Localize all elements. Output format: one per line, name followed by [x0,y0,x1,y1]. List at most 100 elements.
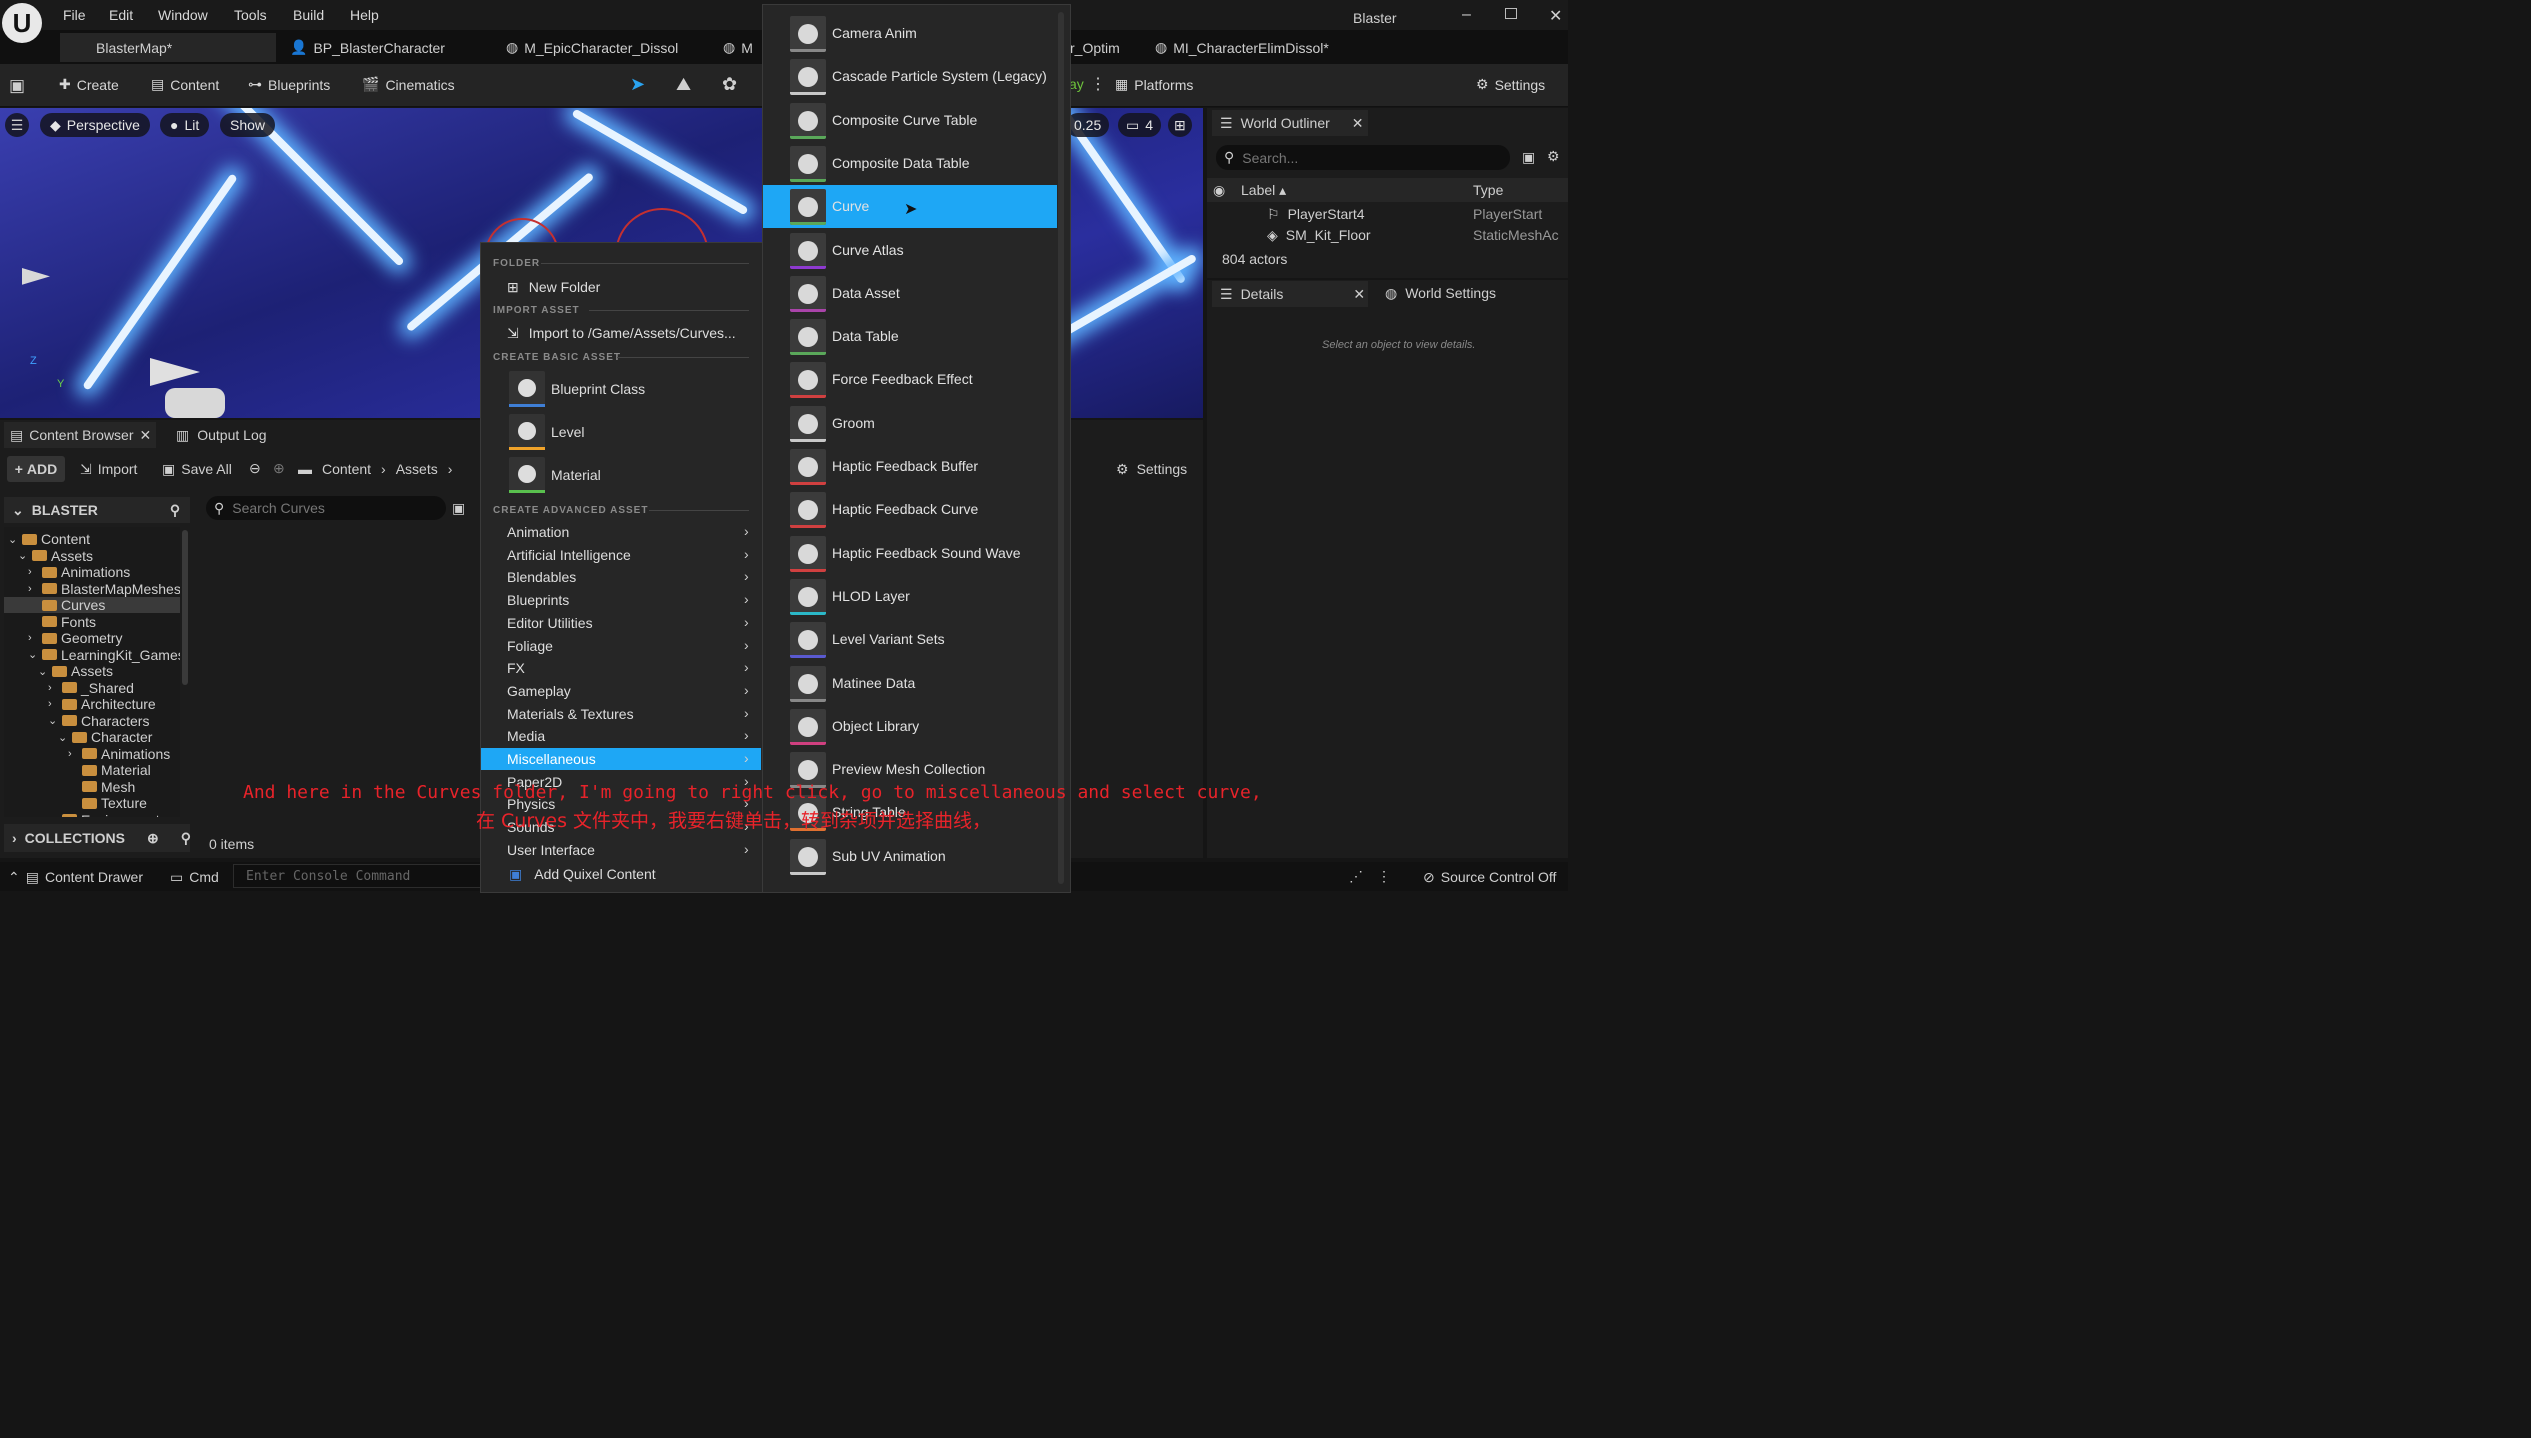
lit-button[interactable]: ● Lit [160,113,210,137]
outliner-search-input[interactable]: ⚲ Search... [1216,145,1510,170]
add-collection-icon[interactable]: ⊕ [147,830,159,847]
derived-data-icon[interactable]: ⋰ [1349,868,1363,885]
add-button[interactable]: + ADD [7,456,65,482]
eye-icon[interactable]: ◉ [1213,182,1225,199]
submenu-item-data-asset[interactable]: Data Asset [763,272,1057,315]
maximize-icon[interactable] [1505,8,1517,19]
blueprints-button[interactable]: ⊶ Blueprints [248,76,330,93]
submenu-item-sub-uv-animation[interactable]: Sub UV Animation [763,835,1057,878]
source-root[interactable]: ⌄ BLASTER ⚲ [4,497,190,523]
unreal-logo-icon[interactable]: U [2,3,42,43]
tree-scrollbar[interactable] [182,530,188,685]
advanced-category-artificial-intelligence[interactable]: Artificial Intelligence [507,547,631,563]
viewport-menu-icon[interactable]: ☰ [5,113,29,137]
advanced-category-fx[interactable]: FX [507,660,525,676]
outliner-row[interactable]: ◈ SM_Kit_Floor [1267,227,1371,244]
menu-tools[interactable]: Tools [234,7,267,23]
tree-folder-12[interactable]: ⌄ Character [58,729,152,745]
submenu-item-haptic-feedback-buffer[interactable]: Haptic Feedback Buffer [763,445,1057,488]
advanced-category-animation[interactable]: Animation [507,524,569,540]
submenu-item-hlod-layer[interactable]: HLOD Layer [763,575,1057,618]
submenu-item-camera-anim[interactable]: Camera Anim [763,12,1057,55]
collections-header[interactable]: › COLLECTIONS ⊕ ⚲ [4,824,191,852]
show-button[interactable]: Show [220,113,276,137]
tree-folder-8[interactable]: ⌄ Assets [38,663,113,679]
tab-bp-blastercharacter[interactable]: 👤 BP_BlasterCharacter [290,33,445,62]
add-quixel-item[interactable]: ▣ Add Quixel Content [509,866,656,883]
close-icon[interactable]: ✕ [140,427,152,444]
cb-settings-button[interactable]: ⚙ Settings [1116,461,1187,478]
tab-content-browser[interactable]: ▤ Content Browser ✕ [4,422,156,448]
close-icon[interactable]: ✕ [1352,115,1364,132]
outliner-row[interactable]: ⚐ PlayerStart4 [1267,206,1365,223]
col-type-header[interactable]: Type [1473,182,1503,198]
cinematics-button[interactable]: 🎬 Cinematics [362,76,455,93]
tree-folder-14[interactable]: Material [68,762,151,778]
close-window-icon[interactable]: ✕ [1549,6,1562,26]
platforms-button[interactable]: ▦ Platforms [1115,76,1193,93]
perspective-button[interactable]: ◆ Perspective [40,113,150,137]
tree-folder-17[interactable]: › Environment [48,812,160,817]
search-curves-input[interactable]: ⚲ Search Curves [206,496,446,520]
submenu-item-object-library[interactable]: Object Library [763,705,1057,748]
submenu-item-curve-atlas[interactable]: Curve Atlas [763,229,1057,272]
tab-world-outliner[interactable]: ☰ World Outliner ✕ [1212,110,1368,136]
tab-output-log[interactable]: ▥ Output Log [176,427,267,444]
submenu-item-matinee-data[interactable]: Matinee Data [763,662,1057,705]
advanced-category-miscellaneous[interactable]: Miscellaneous [507,751,596,767]
tree-folder-6[interactable]: › Geometry [28,630,122,646]
tab-details[interactable]: ☰ Details ✕ [1212,281,1368,307]
menu-build[interactable]: Build [293,7,324,23]
snap-value-button[interactable]: 0.25 [1066,113,1110,137]
submenu-item-haptic-feedback-sound-wave[interactable]: Haptic Feedback Sound Wave [763,532,1057,575]
submenu-item-composite-curve-table[interactable]: Composite Curve Table [763,99,1057,142]
menu-file[interactable]: File [63,7,86,23]
tree-folder-10[interactable]: › Architecture [48,696,156,712]
search-icon[interactable]: ⚲ [181,830,191,847]
tab-world-settings[interactable]: ◍ World Settings [1385,285,1496,302]
col-label-header[interactable]: Label ▴ [1241,182,1286,199]
tab-m[interactable]: ◍ M [723,33,753,62]
settings-button[interactable]: ⚙ Settings [1476,76,1545,93]
tree-folder-1[interactable]: ⌄ Assets [18,548,93,564]
basic-asset-0[interactable]: Blueprint Class [551,381,645,397]
play-label[interactable]: ay [1069,76,1084,92]
menu-edit[interactable]: Edit [109,7,133,23]
advanced-category-editor-utilities[interactable]: Editor Utilities [507,615,593,631]
tree-folder-11[interactable]: ⌄ Characters [48,713,149,729]
tree-folder-4[interactable]: Curves [4,597,180,613]
tree-folder-5[interactable]: Fonts [28,614,96,630]
submenu-scrollbar[interactable] [1058,12,1064,884]
basic-asset-2[interactable]: Material [551,467,601,483]
menu-window[interactable]: Window [158,7,208,23]
tree-folder-7[interactable]: ⌄ LearningKit_Games [28,647,180,663]
more-icon[interactable]: ⋮ [1377,868,1391,885]
search-icon[interactable]: ⚲ [170,502,180,519]
tree-folder-15[interactable]: Mesh [68,779,135,795]
tree-folder-9[interactable]: › _Shared [48,680,134,696]
tab-optim[interactable]: r_Optim [1070,33,1120,62]
forward-icon[interactable]: ⊕ [273,460,285,477]
play-options-icon[interactable]: ⋮ [1090,74,1106,94]
menu-help[interactable]: Help [350,7,379,23]
console-input[interactable]: Enter Console Command [233,864,483,888]
submenu-item-level-variant-sets[interactable]: Level Variant Sets [763,618,1057,661]
back-icon[interactable]: ⊖ [249,460,261,477]
submenu-item-composite-data-table[interactable]: Composite Data Table [763,142,1057,185]
tab-mi-characterelimdissol[interactable]: ◍ MI_CharacterElimDissol* [1155,33,1329,62]
tree-folder-16[interactable]: Texture [68,795,147,811]
save-icon[interactable]: ▣ [9,76,25,96]
layout-icon[interactable]: ⊞ [1168,113,1192,137]
submenu-item-force-feedback-effect[interactable]: Force Feedback Effect [763,358,1057,401]
tree-folder-0[interactable]: ⌄ Content [8,531,90,547]
tab-blastermap[interactable]: BlasterMap* [60,33,276,62]
create-button[interactable]: ✚ Create [59,76,119,93]
tab-m-epiccharacter[interactable]: ◍ M_EpicCharacter_Dissol [506,33,678,62]
advanced-category-blueprints[interactable]: Blueprints [507,592,569,608]
foliage-mode-icon[interactable]: ✿ [722,74,737,95]
content-drawer-button[interactable]: ⌃ ▤ Content Drawer [8,869,143,886]
new-folder-item[interactable]: ⊞ New Folder [507,279,600,296]
minimize-icon[interactable]: – [1462,6,1471,24]
gear-icon[interactable]: ⚙ [1547,148,1560,165]
save-all-button[interactable]: ▣ Save All [162,461,232,478]
